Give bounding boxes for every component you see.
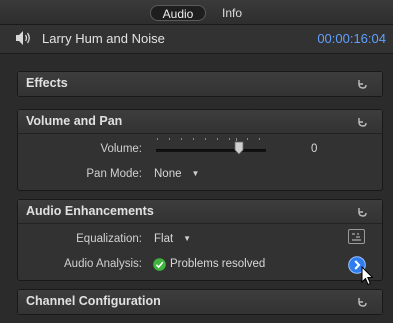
equalization-value: Flat: [154, 233, 174, 245]
audio-enhancements-title: Audio Enhancements: [26, 204, 154, 218]
tab-audio[interactable]: Audio: [150, 5, 206, 21]
equalization-popup[interactable]: Flat ▼: [154, 233, 191, 245]
chevron-down-icon: ▼: [183, 234, 192, 243]
chevron-down-icon: ▼: [191, 169, 200, 178]
reset-icon[interactable]: [356, 116, 368, 128]
speaker-icon: [16, 31, 30, 45]
channel-configuration-title: Channel Configuration: [26, 294, 161, 308]
volume-slider-thumb[interactable]: [234, 141, 244, 155]
clip-name: Larry Hum and Noise: [42, 31, 165, 46]
effects-title: Effects: [26, 76, 68, 90]
volume-value[interactable]: 0: [311, 143, 317, 155]
tab-info[interactable]: Info: [214, 5, 250, 21]
timecode: 00:00:16:04: [317, 31, 386, 46]
effects-header[interactable]: Effects: [18, 72, 382, 96]
checkmark-icon: [153, 258, 166, 271]
channel-configuration-header[interactable]: Channel Configuration: [18, 290, 382, 314]
inspector-tab-bar: Audio Info: [0, 0, 393, 25]
reset-icon[interactable]: [356, 78, 368, 90]
volume-slider-ticks: [157, 138, 260, 141]
channel-configuration-section: Channel Configuration: [17, 289, 383, 315]
mouse-cursor-icon: [361, 266, 374, 286]
volume-slider[interactable]: [156, 149, 266, 152]
volume-pan-title: Volume and Pan: [26, 114, 123, 128]
effects-section: Effects: [17, 71, 383, 97]
audio-analysis-status: Problems resolved: [170, 258, 266, 270]
pan-mode-value: None: [154, 168, 182, 180]
pan-mode-popup[interactable]: None ▼: [154, 168, 199, 180]
volume-pan-section: Volume and Pan Volume: 0 Pan Mode: None ▼: [17, 109, 383, 191]
equalizer-icon[interactable]: [348, 229, 365, 244]
volume-pan-header[interactable]: Volume and Pan: [18, 110, 382, 134]
pan-mode-label: Pan Mode:: [86, 168, 142, 180]
reset-icon[interactable]: [356, 206, 368, 218]
reset-icon[interactable]: [356, 296, 368, 308]
audio-enhancements-header[interactable]: Audio Enhancements: [18, 200, 382, 224]
equalization-label: Equalization:: [76, 233, 142, 245]
audio-analysis-label: Audio Analysis:: [64, 258, 142, 270]
clip-header: Larry Hum and Noise 00:00:16:04: [0, 25, 393, 54]
volume-label: Volume:: [100, 143, 142, 155]
audio-enhancements-section: Audio Enhancements Equalization: Flat ▼ A…: [17, 199, 383, 281]
